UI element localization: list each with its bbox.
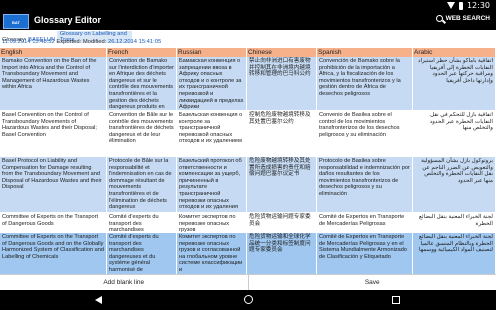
cell-spanish[interactable]: Comité de Expertos en Transporte de Merc… <box>317 213 413 232</box>
cell-arabic[interactable]: لجنة الخبراء المعنية بنقل البضائع الخطرة… <box>413 233 496 274</box>
created-date: 11.09.2014 13:48:52 <box>2 39 55 45</box>
cell-french[interactable]: Comité d'experts du transport des marcha… <box>107 213 177 232</box>
web-search-button[interactable]: WEB SEARCH <box>435 15 490 22</box>
app-logo-icon: BAT Glossary <box>3 14 29 40</box>
cell-english[interactable]: Basel Protocol on Liability and Compensa… <box>0 157 107 212</box>
cell-french[interactable]: Convention de Bâle sur le contrôle des m… <box>107 111 177 156</box>
table-row[interactable]: Committee of Experts on the Transport of… <box>0 233 496 274</box>
modified-date: 26.12.2014 15:41:05 <box>107 39 162 45</box>
cell-chinese[interactable]: 危险货物运输问题专家委员会 <box>247 213 317 232</box>
column-header-russian: Russian <box>177 48 247 57</box>
glossary-info: Glossary: BASELUN Glossary on Labelling … <box>0 30 496 47</box>
cell-arabic[interactable]: اتفاقية باماكو بشأن حظر استيراد النفايات… <box>413 57 496 110</box>
cell-english[interactable]: Committee of Experts on the Transport of… <box>0 233 107 274</box>
status-time: 12:30 <box>466 1 490 10</box>
cell-english[interactable]: Committee of Experts on the Transport of… <box>0 213 107 232</box>
web-search-label: WEB SEARCH <box>445 15 490 22</box>
home-icon[interactable] <box>244 295 253 304</box>
exported-label: Exported: <box>56 39 82 45</box>
wifi-icon <box>446 2 455 9</box>
back-icon[interactable] <box>95 296 102 304</box>
modified-label: Modified: <box>82 39 107 45</box>
column-header-chinese: Chinese <box>247 48 317 57</box>
cell-arabic[interactable]: لجنة الخبراء المعنية بنقل البضائع الخطرة <box>413 213 496 232</box>
button-bar: Add blank line Save <box>0 274 496 290</box>
cell-spanish[interactable]: Convenio de Basilea sobre el control de … <box>317 111 413 156</box>
cell-arabic[interactable]: اتفاقية بازل للتحكم في نقل النفايات الخط… <box>413 111 496 156</box>
battery-icon <box>458 1 463 10</box>
cell-chinese[interactable]: 危险废物越境转移及其处置所造成损害的责任和赔偿问题巴塞尔议定书 <box>247 157 317 212</box>
status-bar: 12:30 <box>0 0 496 13</box>
save-button[interactable]: Save <box>249 275 496 290</box>
glossary-table: English French Russian Chinese Spanish A… <box>0 48 496 274</box>
status-icons: 12:30 <box>446 1 490 10</box>
cell-spanish[interactable]: Protocolo de Basilea sobre responsabilid… <box>317 157 413 212</box>
column-header-spanish: Spanish <box>317 48 413 57</box>
table-body: Bamako Convention on the Ban of the Impo… <box>0 57 496 274</box>
cell-russian[interactable]: Комитет экспертов по перевозке опасных г… <box>177 233 247 274</box>
table-row[interactable]: Basel Protocol on Liability and Compensa… <box>0 157 496 213</box>
cell-english[interactable]: Bamako Convention on the Ban of the Impo… <box>0 57 107 110</box>
table-row[interactable]: Basel Convention on the Control of Trans… <box>0 111 496 157</box>
recent-apps-icon[interactable] <box>392 296 400 304</box>
cell-english[interactable]: Basel Convention on the Control of Trans… <box>0 111 107 156</box>
cell-french[interactable]: Convention de Bamako sur l'interdiction … <box>107 57 177 110</box>
cell-russian[interactable]: Комитет экспертов по перевозке опасных г… <box>177 213 247 232</box>
table-row[interactable]: Bamako Convention on the Ban of the Impo… <box>0 57 496 111</box>
add-blank-line-button[interactable]: Add blank line <box>0 275 249 290</box>
action-bar: BAT Glossary Glossary Editor WEB SEARCH <box>0 13 496 40</box>
cell-spanish[interactable]: Convención de Bamako sobre la prohibició… <box>317 57 413 110</box>
column-header-english: English <box>0 48 107 57</box>
table-header: English French Russian Chinese Spanish A… <box>0 48 496 57</box>
cell-russian[interactable]: Базельский протокол об ответственности и… <box>177 157 247 212</box>
cell-russian[interactable]: Базельская конвенция о контроле за транс… <box>177 111 247 156</box>
cell-arabic[interactable]: بروتوكول بازل بشأن المسؤولية والتعويض عن… <box>413 157 496 212</box>
cell-russian[interactable]: Бамакская конвенция о запрещении ввоза в… <box>177 57 247 110</box>
cell-chinese[interactable]: 禁止向非洲进口有害废物并控制其在非洲境内越境转移和管理的巴马科公约 <box>247 57 317 110</box>
column-header-french: French <box>107 48 177 57</box>
dates-line: 11.09.2014 13:48:52 Exported: Modified: … <box>2 39 161 45</box>
cell-chinese[interactable]: 控制危险废物越境转移及其处置巴塞尔公约 <box>247 111 317 156</box>
cell-chinese[interactable]: 危险货物运输和全球化学品统一分类和标签制度问题专家委员会 <box>247 233 317 274</box>
table-row[interactable]: Committee of Experts on the Transport of… <box>0 213 496 233</box>
app-title: Glossary Editor <box>34 15 102 25</box>
cell-french[interactable]: Comité d'experts du transport des marcha… <box>107 233 177 274</box>
column-header-arabic: Arabic <box>413 48 496 57</box>
search-icon <box>435 15 443 22</box>
navigation-bar <box>0 290 496 310</box>
cell-french[interactable]: Protocole de Bâle sur la responsabilité … <box>107 157 177 212</box>
cell-spanish[interactable]: Comité de Expertos en Transporte de Merc… <box>317 233 413 274</box>
